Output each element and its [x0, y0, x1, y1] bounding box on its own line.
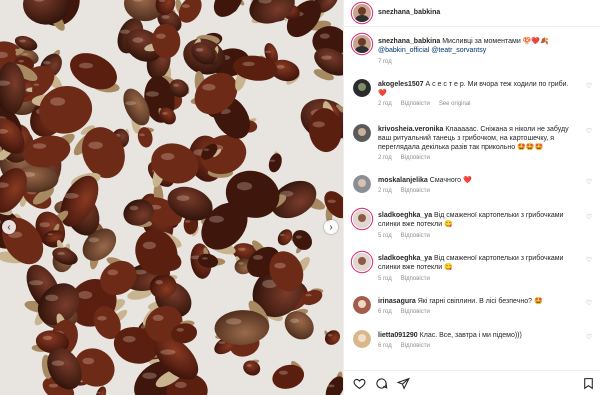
comment-like-heart-icon[interactable]: ♡: [585, 83, 593, 91]
caption-emoji: 🍄❤️🍂: [522, 38, 549, 45]
comment: lietta091290 Клас. Все, завтра і ми піде…: [353, 330, 593, 370]
comment-time[interactable]: 2 год: [378, 155, 392, 161]
post-header: snezhana_babkina: [344, 0, 600, 27]
comment-meta: 6 год Відповісти: [378, 309, 430, 315]
comment-like-heart-icon[interactable]: ♡: [585, 214, 593, 222]
comment-avatar[interactable]: [353, 253, 371, 271]
comment-like-heart-icon[interactable]: ♡: [585, 128, 593, 136]
comment-avatar[interactable]: [353, 79, 371, 97]
like-heart-icon[interactable]: [353, 377, 366, 390]
comment-text: Смачного: [429, 177, 462, 184]
caption-username[interactable]: snezhana_babkina: [378, 38, 440, 45]
comment-username[interactable]: krivosheia.veronika: [378, 126, 443, 133]
caption-mentions[interactable]: @babkin_official @teatr_sorvantsy: [378, 47, 486, 54]
comment-avatar[interactable]: [353, 296, 371, 314]
comment-like-heart-icon[interactable]: ♡: [585, 179, 593, 187]
caption-text: snezhana_babkina Мисливці за моментами 🍄…: [378, 37, 593, 55]
comment-bubble-icon[interactable]: [375, 377, 388, 390]
mushrooms-photo: [0, 0, 343, 395]
comment-emoji: 🤩: [533, 298, 543, 305]
comment-time[interactable]: 6 год: [378, 309, 392, 315]
action-bar: [344, 370, 600, 395]
next-photo-button[interactable]: ›: [324, 220, 338, 234]
previous-photo-button[interactable]: ‹: [2, 220, 16, 234]
post-sidebar: snezhana_babkina snezhana_babkina Мислив…: [343, 0, 600, 395]
comment-avatar[interactable]: [353, 210, 371, 228]
reply-button[interactable]: Відповісти: [401, 101, 430, 107]
comment-avatar[interactable]: [353, 330, 371, 348]
comment-avatar[interactable]: [353, 175, 371, 193]
comment-username[interactable]: moskalanjelika: [378, 177, 428, 184]
caption-avatar[interactable]: [353, 35, 371, 53]
reply-button[interactable]: Відповісти: [401, 276, 430, 282]
chevron-right-icon: ›: [329, 221, 333, 233]
save-bookmark-icon[interactable]: [582, 377, 595, 390]
comment-meta: 5 год Відповісти: [378, 276, 430, 282]
comment-username[interactable]: akogeles1507: [378, 81, 424, 88]
caption-body: Мисливці за моментами: [442, 38, 521, 45]
reply-button[interactable]: Відповісти: [401, 188, 430, 194]
comment-time[interactable]: 2 год: [378, 101, 392, 107]
comment-time[interactable]: 5 год: [378, 233, 392, 239]
share-paper-plane-icon[interactable]: [397, 377, 410, 390]
comment-body: moskalanjelika Смачного ❤️: [378, 176, 578, 185]
comment-avatar[interactable]: [353, 124, 371, 142]
reply-button[interactable]: Відповісти: [401, 343, 430, 349]
comment-username[interactable]: lietta091290: [378, 332, 418, 339]
comment-emoji: 😋: [444, 221, 453, 228]
comment-emoji: 😋: [444, 264, 453, 271]
reply-button[interactable]: Відповісти: [401, 155, 430, 161]
comment-like-heart-icon[interactable]: ♡: [585, 334, 593, 342]
reply-button[interactable]: Відповісти: [401, 309, 430, 315]
author-avatar[interactable]: [353, 4, 371, 22]
comment-like-heart-icon[interactable]: ♡: [585, 300, 593, 308]
comment-username[interactable]: sladkoeghka_ya: [378, 255, 432, 262]
comment-username[interactable]: irinasagura: [378, 298, 416, 305]
author-username[interactable]: snezhana_babkina: [378, 9, 440, 16]
comment: sladkoeghka_ya Від смаженої картопельки …: [353, 253, 593, 293]
comment-username[interactable]: sladkoeghka_ya: [378, 212, 432, 219]
comment-body: krivosheia.veronika Клааааас. Сніжана я …: [378, 125, 578, 152]
reply-button[interactable]: Відповісти: [401, 233, 430, 239]
comment-meta: 2 год Відповісти: [378, 155, 430, 161]
comment-like-heart-icon[interactable]: ♡: [585, 257, 593, 265]
comment-meta: 2 год Відповісти See original: [378, 101, 471, 107]
comment-meta: 6 год Відповісти: [378, 343, 430, 349]
comment-body: irinasagura Які гарні свіплини. В лісі б…: [378, 297, 578, 306]
comment: moskalanjelika Смачного ❤️ 2 год Відпові…: [353, 175, 593, 215]
comment-body: sladkoeghka_ya Від смаженої картопельки …: [378, 211, 578, 229]
comment-emoji: 🤩🤩🤩: [517, 144, 544, 151]
comment-emoji: ❤️: [463, 177, 472, 184]
comment-text: Які гарні свіплини. В лісі безпечно?: [417, 298, 532, 305]
instagram-post: ‹ › snezhana_babkina snezhana_babkina Ми…: [0, 0, 600, 395]
comment-time[interactable]: 6 год: [378, 343, 392, 349]
comment-body: lietta091290 Клас. Все, завтра і ми піде…: [378, 331, 578, 340]
comment-text: А с е с т е р. Ми вчора теж ходили по гр…: [425, 81, 569, 88]
see-original-button[interactable]: See original: [439, 101, 471, 107]
comment-body: sladkoeghka_ya Від смаженої картопельки …: [378, 254, 578, 272]
comment-text: Клас. Все, завтра і ми підемо))): [419, 332, 522, 339]
comment-emoji: ❤️: [378, 90, 387, 97]
comment: krivosheia.veronika Клааааас. Сніжана я …: [353, 124, 593, 169]
post-photo[interactable]: ‹ ›: [0, 0, 343, 395]
comment-body: akogeles1507 А с е с т е р. Ми вчора теж…: [378, 80, 578, 98]
comment-meta: 5 год Відповісти: [378, 233, 430, 239]
caption-time[interactable]: 7 год: [378, 59, 392, 65]
chevron-left-icon: ‹: [7, 221, 11, 233]
comment: sladkoeghka_ya Від смаженої картопельки …: [353, 210, 593, 250]
comment-time[interactable]: 5 год: [378, 276, 392, 282]
comment-meta: 2 год Відповісти: [378, 188, 430, 194]
comment-time[interactable]: 2 год: [378, 188, 392, 194]
comment: akogeles1507 А с е с т е р. Ми вчора теж…: [353, 79, 593, 119]
